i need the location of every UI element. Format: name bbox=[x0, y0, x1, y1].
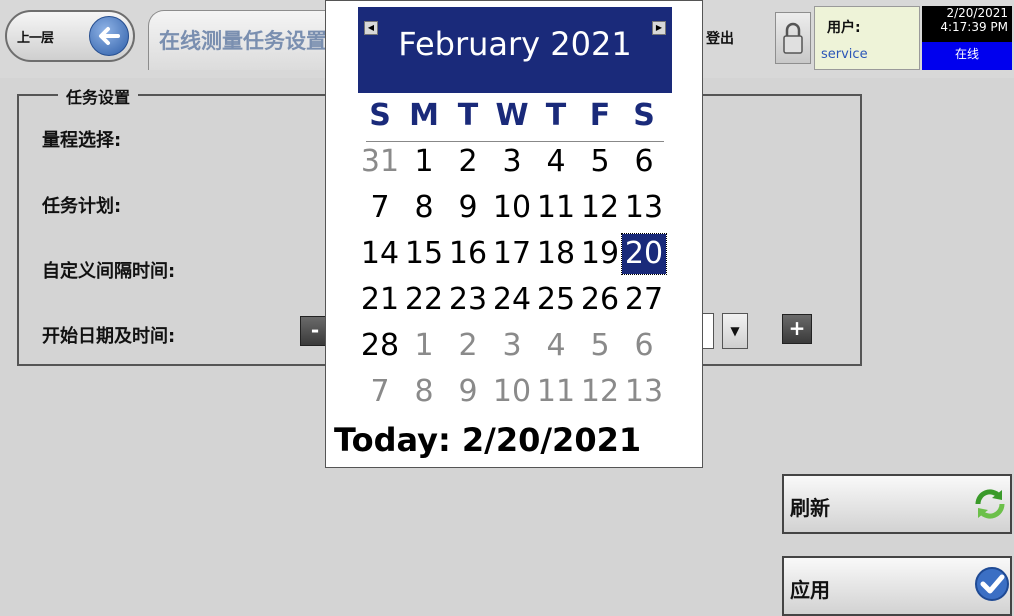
weekday-header-row: SMTWTFS bbox=[326, 93, 702, 139]
task-schedule-label: 任务计划: bbox=[42, 196, 122, 217]
user-label: 用户: bbox=[827, 20, 861, 36]
group-title: 任务设置 bbox=[58, 84, 139, 108]
calendar-week-row: 7 8 9 10 11 12 13 bbox=[326, 185, 702, 231]
custom-interval-label: 自定义间隔时间: bbox=[42, 261, 176, 282]
calendar-day[interactable]: 2 bbox=[446, 323, 490, 369]
status-badge: 在线 bbox=[922, 42, 1012, 70]
calendar-day[interactable]: 24 bbox=[490, 277, 534, 323]
weekday-label: M bbox=[409, 98, 439, 133]
calendar-day[interactable]: 8 bbox=[402, 185, 446, 231]
calendar-day[interactable]: 11 bbox=[534, 185, 578, 231]
increment-button[interactable]: + bbox=[782, 314, 812, 344]
calendar-day[interactable]: 9 bbox=[446, 369, 490, 415]
weekday-label: S bbox=[369, 98, 391, 133]
calendar-day[interactable]: 12 bbox=[578, 369, 622, 415]
calendar-day[interactable]: 11 bbox=[534, 369, 578, 415]
calendar-today-button[interactable]: Today: 2/20/2021 bbox=[334, 421, 641, 459]
back-arrow-icon bbox=[89, 16, 129, 56]
apply-button[interactable]: 应用 bbox=[782, 556, 1012, 616]
calendar-day[interactable]: 19 bbox=[578, 231, 622, 277]
calendar-week-row: 14 15 16 17 18 19 20 bbox=[326, 231, 702, 277]
calendar-day-selected[interactable]: 20 bbox=[621, 233, 667, 275]
calendar-day[interactable]: 1 bbox=[402, 323, 446, 369]
calendar-day[interactable]: 1 bbox=[402, 139, 446, 185]
current-time: 4:17:39 PM bbox=[940, 20, 1008, 34]
back-button[interactable]: 上一层 bbox=[5, 10, 135, 62]
calendar-day[interactable]: 16 bbox=[446, 231, 490, 277]
calendar-week-row: 31 1 2 3 4 5 6 bbox=[326, 139, 702, 185]
calendar-day[interactable]: 25 bbox=[534, 277, 578, 323]
logout-button[interactable]: 登出 bbox=[706, 28, 734, 48]
calendar-day[interactable]: 6 bbox=[622, 323, 666, 369]
back-button-label: 上一层 bbox=[17, 31, 54, 46]
calendar-day[interactable]: 15 bbox=[402, 231, 446, 277]
apply-button-label: 应用 bbox=[790, 578, 830, 602]
calendar-week-row: 7 8 9 10 11 12 13 bbox=[326, 369, 702, 415]
calendar-day[interactable]: 14 bbox=[358, 231, 402, 277]
calendar-day[interactable]: 22 bbox=[402, 277, 446, 323]
weekday-label: S bbox=[633, 98, 655, 133]
calendar-day[interactable]: 10 bbox=[490, 369, 534, 415]
calendar-month-label: February 2021 bbox=[398, 25, 632, 63]
calendar-day[interactable]: 28 bbox=[358, 323, 402, 369]
weekday-divider bbox=[366, 141, 664, 142]
calendar-day[interactable]: 3 bbox=[490, 139, 534, 185]
calendar-day[interactable]: 18 bbox=[534, 231, 578, 277]
start-datetime-label: 开始日期及时间: bbox=[42, 326, 176, 347]
calendar-day[interactable]: 7 bbox=[358, 369, 402, 415]
calendar-week-row: 21 22 23 24 25 26 27 bbox=[326, 277, 702, 323]
page-title-tab: 在线测量任务设置 bbox=[148, 10, 348, 70]
dropdown-arrow-icon[interactable]: ▼ bbox=[722, 313, 748, 349]
lock-button[interactable] bbox=[775, 12, 811, 64]
calendar-day[interactable]: 9 bbox=[446, 185, 490, 231]
calendar-day[interactable]: 3 bbox=[490, 323, 534, 369]
calendar-day[interactable]: 4 bbox=[534, 323, 578, 369]
user-name: service bbox=[821, 47, 868, 62]
calendar-day[interactable]: 26 bbox=[578, 277, 622, 323]
range-select-label: 量程选择: bbox=[42, 130, 122, 151]
calendar-day[interactable]: 4 bbox=[534, 139, 578, 185]
calendar-day[interactable]: 10 bbox=[490, 185, 534, 231]
weekday-label: T bbox=[545, 98, 567, 133]
user-panel: 用户: service bbox=[814, 6, 920, 70]
checkmark-icon bbox=[975, 567, 1009, 601]
calendar-day[interactable]: 5 bbox=[578, 139, 622, 185]
datetime-panel: 2/20/2021 4:17:39 PM 在线 bbox=[922, 6, 1012, 70]
calendar-day[interactable]: 13 bbox=[622, 185, 666, 231]
calendar-day[interactable]: 31 bbox=[358, 139, 402, 185]
page-title: 在线测量任务设置 bbox=[159, 29, 327, 53]
calendar-popup: ◀ ▶ February 2021 S M T W T F S 31 1 2 3 4 5 6 7 8 9 10 11… bbox=[325, 0, 703, 468]
calendar-day[interactable]: 23 bbox=[446, 277, 490, 323]
weekday-label: T bbox=[457, 98, 479, 133]
calendar-day[interactable]: 12 bbox=[578, 185, 622, 231]
calendar-day[interactable]: 5 bbox=[578, 323, 622, 369]
lock-icon bbox=[783, 22, 803, 54]
calendar-day[interactable]: 6 bbox=[622, 139, 666, 185]
calendar-day[interactable]: 13 bbox=[622, 369, 666, 415]
weekday-label: W bbox=[495, 98, 529, 133]
calendar-day[interactable]: 27 bbox=[622, 277, 666, 323]
weekday-label: F bbox=[589, 98, 611, 133]
calendar-header: ◀ ▶ February 2021 bbox=[358, 7, 672, 93]
refresh-button[interactable]: 刷新 bbox=[782, 474, 1012, 534]
calendar-day[interactable]: 7 bbox=[358, 185, 402, 231]
calendar-day[interactable]: 2 bbox=[446, 139, 490, 185]
refresh-icon bbox=[975, 489, 1005, 519]
refresh-button-label: 刷新 bbox=[790, 496, 830, 520]
calendar-day[interactable]: 8 bbox=[402, 369, 446, 415]
current-date: 2/20/2021 bbox=[946, 6, 1008, 20]
calendar-week-row: 28 1 2 3 4 5 6 bbox=[326, 323, 702, 369]
calendar-day[interactable]: 21 bbox=[358, 277, 402, 323]
calendar-day[interactable]: 17 bbox=[490, 231, 534, 277]
